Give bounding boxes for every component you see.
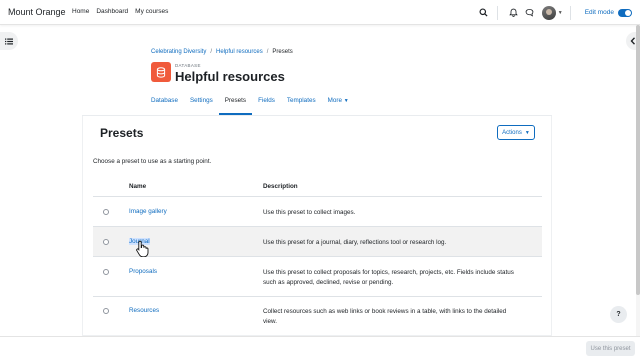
nav-my-courses[interactable]: My courses xyxy=(135,8,168,15)
preset-radio[interactable] xyxy=(103,308,109,314)
hand-pointer-cursor-icon xyxy=(136,240,149,257)
breadcrumb-activity[interactable]: Helpful resources xyxy=(216,49,263,55)
preset-radio[interactable] xyxy=(103,209,109,215)
preset-name-link[interactable]: Resources xyxy=(129,307,159,314)
top-navbar: Mount Orange Home Dashboard My courses ▼… xyxy=(0,0,640,25)
edit-mode-toggle[interactable] xyxy=(618,8,632,17)
course-index-toggle[interactable] xyxy=(0,32,18,50)
bell-icon[interactable] xyxy=(508,7,520,19)
tab-settings[interactable]: Settings xyxy=(184,93,219,115)
nav-home[interactable]: Home xyxy=(72,8,89,15)
chevron-down-icon: ▼ xyxy=(524,129,530,136)
preset-radio[interactable] xyxy=(103,269,109,275)
presets-table: Name Description Image gallery Use this … xyxy=(93,176,542,335)
section-title: Presets xyxy=(100,126,144,140)
navbar-divider xyxy=(569,5,571,20)
table-row: Journal Use this preset for a journal, d… xyxy=(93,227,542,257)
sticky-footer xyxy=(0,336,640,360)
page-title: Helpful resources xyxy=(175,69,285,84)
site-name[interactable]: Mount Orange xyxy=(8,7,66,17)
preset-description: Use this preset to collect proposals for… xyxy=(263,269,514,286)
page-scrollbar-thumb[interactable] xyxy=(636,25,640,295)
edit-mode-label: Edit mode xyxy=(584,9,614,16)
use-preset-button[interactable]: Use this preset xyxy=(586,341,635,356)
breadcrumb-course[interactable]: Celebrating Diversity xyxy=(151,49,206,55)
preset-name-link[interactable]: Image gallery xyxy=(129,208,167,215)
database-icon xyxy=(151,62,171,82)
column-header-name: Name xyxy=(129,183,147,190)
tab-database[interactable]: Database xyxy=(151,93,184,115)
tab-more[interactable]: More ▼ xyxy=(322,93,355,115)
search-icon[interactable] xyxy=(478,7,490,19)
avatar[interactable] xyxy=(541,5,556,20)
activity-type-label: DATABASE xyxy=(175,63,201,68)
tab-more-label: More xyxy=(327,97,342,104)
nav-dashboard[interactable]: Dashboard xyxy=(96,8,128,15)
breadcrumb-separator: / xyxy=(210,49,213,55)
breadcrumb-current: Presets xyxy=(272,49,293,55)
edit-mode-switch[interactable]: Edit mode xyxy=(584,8,632,17)
preset-description: Use this preset to collect images. xyxy=(263,209,356,216)
tab-fields[interactable]: Fields xyxy=(252,93,281,115)
list-icon xyxy=(5,38,13,44)
chevron-down-icon[interactable]: ▼ xyxy=(558,10,563,16)
breadcrumb: Celebrating Diversity / Helpful resource… xyxy=(151,49,293,55)
preset-description: Use this preset for a journal, diary, re… xyxy=(263,239,447,246)
navbar-tools: ▼ Edit mode xyxy=(474,4,632,21)
preset-radio[interactable] xyxy=(103,239,109,245)
table-row: Proposals Use this preset to collect pro… xyxy=(93,257,542,297)
tab-templates[interactable]: Templates xyxy=(281,93,322,115)
breadcrumb-separator: / xyxy=(266,49,269,55)
column-header-description: Description xyxy=(263,183,298,190)
navbar-divider xyxy=(496,5,498,20)
preset-description: Collect resources such as web links or b… xyxy=(263,308,507,325)
chat-icon[interactable] xyxy=(524,7,536,19)
help-button[interactable]: ? xyxy=(610,306,627,323)
actions-label: Actions xyxy=(502,129,522,136)
chevron-down-icon: ▼ xyxy=(343,98,349,104)
table-row: Image gallery Use this preset to collect… xyxy=(93,197,542,227)
table-row: Resources Collect resources such as web … xyxy=(93,297,542,335)
preset-name-link[interactable]: Proposals xyxy=(129,268,157,275)
tab-presets[interactable]: Presets xyxy=(218,93,253,115)
table-header: Name Description xyxy=(93,176,542,197)
primary-navigation: Home Dashboard My courses xyxy=(72,8,168,15)
intro-text: Choose a preset to use as a starting poi… xyxy=(93,158,212,165)
secondary-navigation: Database Settings Presets Fields Templat… xyxy=(151,93,355,115)
actions-menu-button[interactable]: Actions ▼ xyxy=(497,125,535,140)
